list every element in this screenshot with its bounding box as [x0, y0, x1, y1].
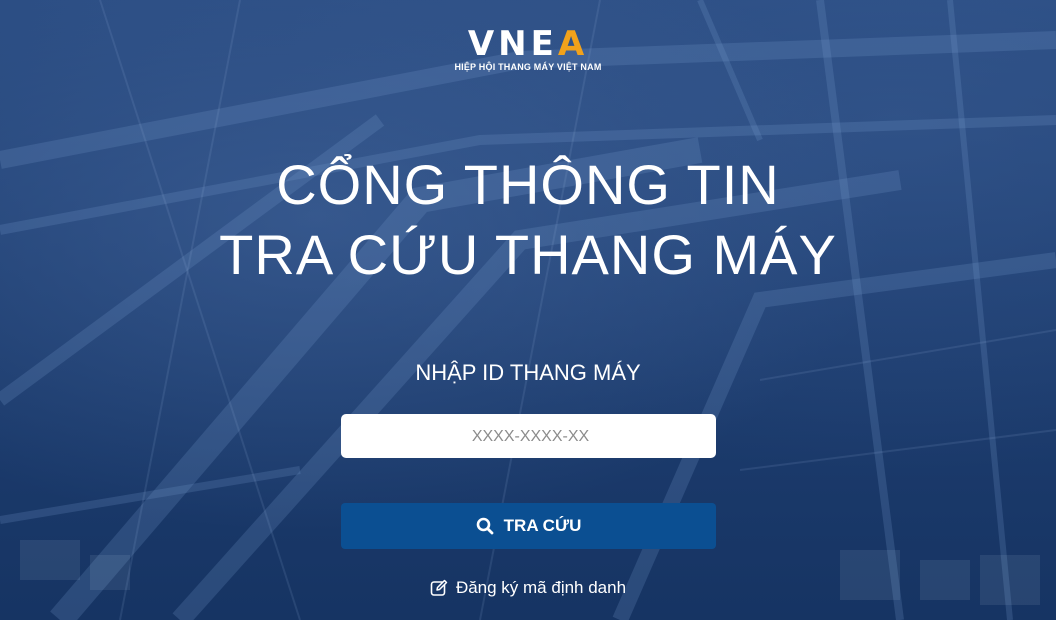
- logo-subtitle: HIỆP HỘI THANG MÁY VIỆT NAM: [454, 62, 602, 72]
- logo-mark-main: VNE: [467, 24, 558, 64]
- register-id-label: Đăng ký mã định danh: [455, 578, 627, 597]
- logo-mark: VNEA: [468, 26, 588, 62]
- search-button[interactable]: TRA CỨU: [341, 503, 716, 549]
- logo: VNEA HIỆP HỘI THANG MÁY VIỆT NAM: [0, 26, 1056, 72]
- edit-icon: [430, 579, 448, 596]
- elevator-id-input[interactable]: [341, 414, 720, 460]
- register-id-link[interactable]: Đăng ký mã định danh: [0, 578, 1056, 598]
- search-icon: [476, 517, 494, 535]
- elevator-id-field: [341, 414, 720, 460]
- page-title-line-2: TRA CỨU THANG MÁY: [219, 223, 837, 286]
- elevator-id-label: NHẬP ID THANG MÁY: [415, 360, 641, 385]
- search-button-label: TRA CỨU: [503, 516, 582, 535]
- logo-mark-accent: A: [557, 24, 589, 64]
- page-title: CỔNG THÔNG TIN TRA CỨU THANG MÁY: [0, 150, 1056, 290]
- page-title-line-1: CỔNG THÔNG TIN: [276, 153, 780, 216]
